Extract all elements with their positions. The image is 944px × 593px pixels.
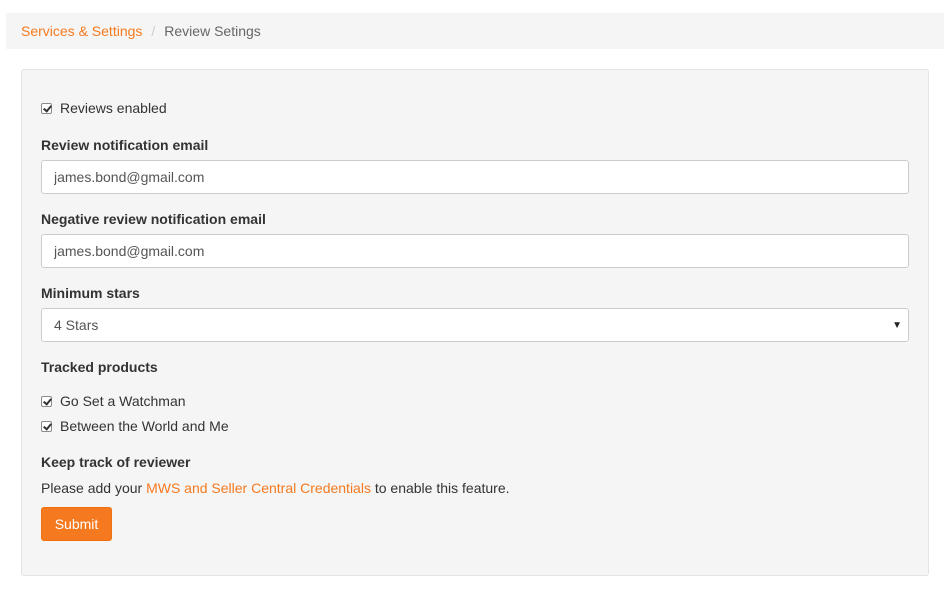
tracked-product-item: Go Set a Watchman bbox=[41, 393, 186, 409]
tracked-product-checkbox[interactable] bbox=[41, 395, 52, 407]
keep-track-reviewer-label: Keep track of reviewer bbox=[41, 454, 191, 470]
negative-email-label: Negative review notification email bbox=[41, 211, 266, 227]
breadcrumb-current: Review Setings bbox=[164, 23, 261, 39]
reviewer-help-text: Please add your MWS and Seller Central C… bbox=[41, 480, 510, 496]
review-email-input[interactable] bbox=[41, 160, 909, 194]
review-email-label: Review notification email bbox=[41, 137, 209, 153]
reviews-enabled-checkbox[interactable] bbox=[41, 102, 52, 114]
reviews-enabled-label: Reviews enabled bbox=[60, 100, 167, 116]
submit-button[interactable]: Submit bbox=[41, 507, 112, 541]
reviews-enabled-row: Reviews enabled bbox=[41, 100, 167, 116]
breadcrumb: Services & Settings / Review Setings bbox=[6, 13, 944, 49]
breadcrumb-link-services-settings[interactable]: Services & Settings bbox=[21, 23, 142, 39]
minimum-stars-value: 4 Stars bbox=[54, 317, 99, 333]
minimum-stars-select[interactable]: 4 Stars ▼ bbox=[41, 308, 909, 342]
tracked-product-checkbox[interactable] bbox=[41, 420, 52, 432]
tracked-product-item: Between the World and Me bbox=[41, 418, 229, 434]
review-settings-panel: Reviews enabled Review notification emai… bbox=[21, 69, 929, 576]
tracked-products-label: Tracked products bbox=[41, 359, 158, 375]
tracked-product-label: Between the World and Me bbox=[60, 418, 229, 434]
negative-email-input[interactable] bbox=[41, 234, 909, 268]
reviewer-help-text-after: to enable this feature. bbox=[370, 480, 510, 496]
mws-credentials-link[interactable]: MWS and Seller Central Credentials bbox=[146, 480, 371, 496]
reviewer-help-text-before: Please add your bbox=[41, 480, 147, 496]
minimum-stars-label: Minimum stars bbox=[41, 285, 140, 301]
breadcrumb-separator: / bbox=[151, 23, 156, 39]
tracked-product-label: Go Set a Watchman bbox=[60, 393, 186, 409]
chevron-down-icon: ▼ bbox=[892, 319, 902, 331]
